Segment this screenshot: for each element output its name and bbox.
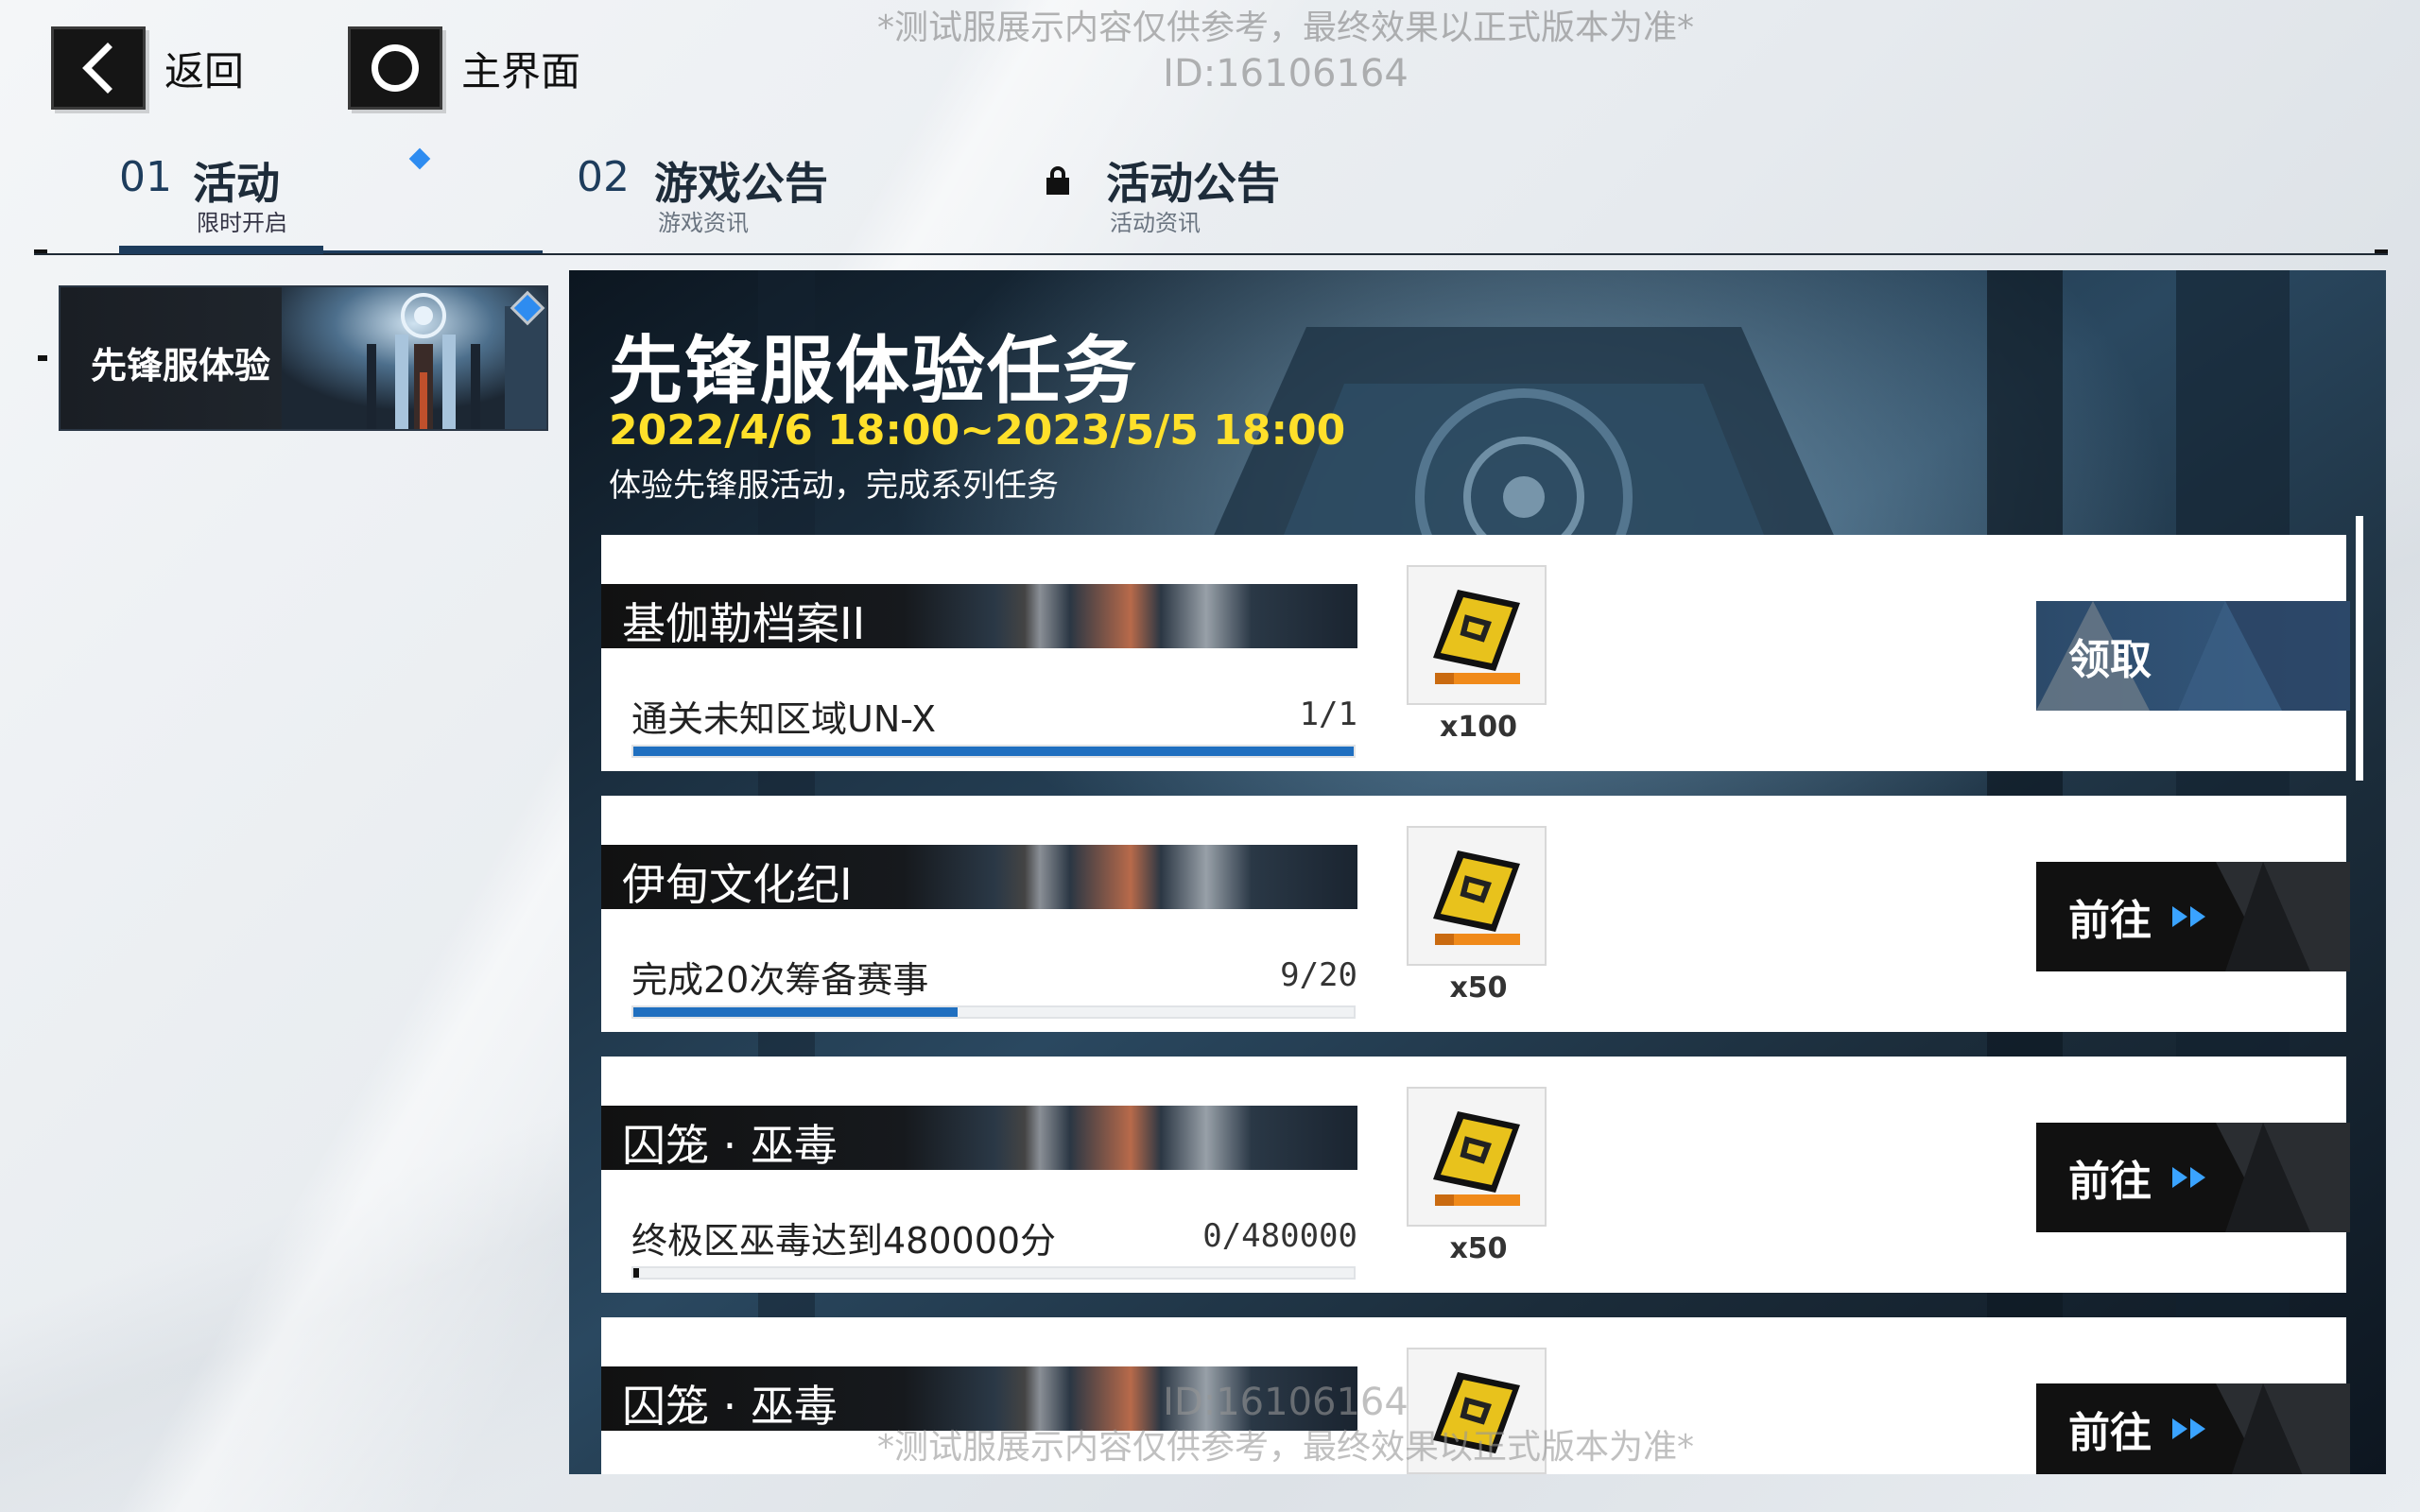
go-label: 前往: [2068, 897, 2152, 945]
task-list-scrollbar[interactable]: [2356, 516, 2363, 781]
back-label: 返回: [164, 47, 245, 94]
tab-sublabel: 活动资讯: [1110, 210, 1201, 236]
task-banner-title: 囚笼 · 巫毒: [622, 1120, 838, 1171]
test-server-watermark: *测试服展示内容仅供参考，最终效果以正式版本为准* ID:16106164: [718, 6, 1853, 96]
chip-reward-icon: [1433, 850, 1520, 945]
event-period: 2022/4/6 18:00~2023/5/5 18:00: [609, 406, 1346, 455]
tab-divider-accent: [323, 250, 543, 253]
watermark-notice: *测试服展示内容仅供参考，最终效果以正式版本为准*: [876, 1428, 1694, 1467]
task-description: 终极区巫毒达到480000分: [631, 1220, 1057, 1262]
divider-mark: [2375, 249, 2388, 253]
home-button[interactable]: 主界面: [348, 26, 580, 110]
reward-item[interactable]: x50: [1407, 1087, 1547, 1265]
tab-event-announcement[interactable]: 活动公告 活动资讯: [1040, 142, 1342, 246]
selected-marker: [38, 355, 47, 361]
task-progress-fill: [633, 1268, 640, 1278]
sidebar-item-label: 先锋服体验: [91, 345, 271, 387]
event-description: 体验先锋服活动，完成系列任务: [609, 467, 1059, 505]
go-label: 前往: [2068, 1409, 2152, 1457]
tab-label: 游戏公告: [654, 158, 828, 209]
fast-forward-icon: [2172, 906, 2208, 927]
go-button[interactable]: 前往: [2036, 1123, 2350, 1232]
task-progress-fill: [633, 1007, 958, 1017]
sidebar-item-vanguard-trial[interactable]: 先锋服体验: [59, 285, 548, 431]
test-server-watermark: ID:16106164 *测试服展示内容仅供参考，最终效果以正式版本为准*: [718, 1380, 1853, 1470]
task-description: 完成20次筹备赛事: [631, 959, 929, 1001]
reward-quantity: x100: [1440, 711, 1517, 744]
tab-number: 01: [119, 153, 172, 201]
task-banner-title: 伊甸文化纪I: [622, 859, 853, 910]
task-banner-title: 基伽勒档案II: [622, 598, 866, 649]
go-button[interactable]: 前往: [2036, 1383, 2350, 1474]
go-label: 前往: [2068, 1158, 2152, 1206]
task-progress-text: 0/480000: [1202, 1217, 1357, 1255]
reward-quantity: x50: [1449, 971, 1508, 1005]
tab-sublabel: 游戏资讯: [658, 210, 749, 236]
watermark-id: ID:16106164: [1163, 1381, 1409, 1424]
task-progress-bar: [631, 1266, 1356, 1280]
reward-quantity: x50: [1449, 1232, 1508, 1265]
task-progress-text: 9/20: [1280, 956, 1357, 994]
tab-sublabel: 限时开启: [197, 210, 287, 236]
go-button[interactable]: 前往: [2036, 862, 2350, 971]
reward-item[interactable]: x100: [1407, 565, 1547, 744]
active-tab-indicator: [119, 246, 323, 254]
task-progress-bar: [631, 1005, 1356, 1019]
claim-label: 领取: [2068, 636, 2152, 684]
watermark-id: ID:16106164: [1163, 52, 1409, 95]
task-description: 通关未知区域UN-X: [631, 698, 937, 740]
tab-label: 活动公告: [1106, 158, 1280, 209]
reward-item[interactable]: x50: [1407, 826, 1547, 1005]
claim-button[interactable]: 领取: [2036, 601, 2350, 711]
back-button[interactable]: 返回: [51, 26, 244, 110]
event-title: 先锋服体验任务: [609, 329, 1139, 414]
task-progress-fill: [633, 747, 1354, 756]
event-detail-panel: 先锋服体验任务 2022/4/6 18:00~2023/5/5 18:00 体验…: [569, 270, 2386, 1474]
back-arrow-icon: [51, 26, 146, 110]
task-card: 伊甸文化纪I 完成20次筹备赛事 9/20 x50 前往: [601, 796, 2350, 1032]
tab-number: 02: [577, 153, 630, 201]
home-ring-icon: [348, 26, 442, 110]
watermark-notice: *测试服展示内容仅供参考，最终效果以正式版本为准*: [876, 9, 1694, 47]
fast-forward-icon: [2172, 1418, 2208, 1439]
tab-activity[interactable]: 01 活动 限时开启: [119, 142, 441, 246]
fast-forward-icon: [2172, 1167, 2208, 1188]
chip-reward-icon: [1433, 1111, 1520, 1206]
event-thumbnail: [282, 287, 546, 429]
tab-divider: [34, 253, 2388, 255]
home-label: 主界面: [461, 47, 581, 94]
tab-game-announcement[interactable]: 02 游戏公告 游戏资讯: [577, 142, 955, 246]
task-card: 基伽勒档案II 通关未知区域UN-X 1/1 x100 领取: [601, 535, 2350, 771]
divider-mark: [34, 249, 47, 253]
task-card: 囚笼 · 巫毒 终极区巫毒达到480000分 0/480000 x50 前往: [601, 1057, 2350, 1293]
chip-reward-icon: [1433, 590, 1520, 684]
tab-label: 活动: [193, 158, 280, 209]
task-progress-bar: [631, 745, 1356, 758]
task-progress-text: 1/1: [1299, 696, 1357, 733]
lock-icon: [1046, 166, 1070, 195]
